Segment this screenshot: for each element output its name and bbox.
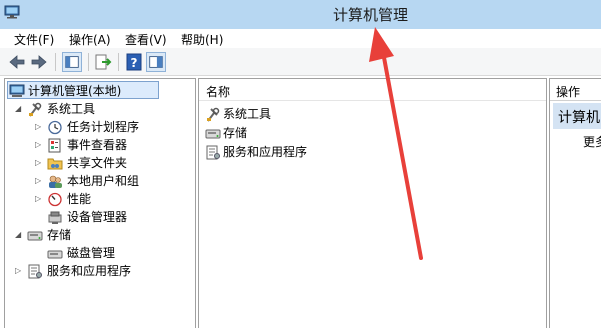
svg-text:?: ? [131,56,138,70]
disk-icon [47,250,63,259]
tree-item-disk-management[interactable]: 磁盘管理 [5,244,190,262]
tools-icon [207,107,220,122]
back-arrow-icon[interactable] [7,52,27,72]
performance-icon [48,192,62,207]
clock-icon [48,120,62,135]
export-list-icon[interactable] [93,52,113,72]
action-pane-icon[interactable] [146,52,166,72]
actions-section-computer[interactable]: 计算机 [553,103,601,129]
tree-root-label: 计算机管理(本地) [28,84,122,98]
computer-management-icon [9,84,25,97]
window-title: 计算机管理 [332,6,408,24]
forward-arrow-icon[interactable] [29,52,49,72]
menu-view[interactable]: 查看(V) [125,31,167,48]
console-tree: 计算机管理(本地) ◢ 系统工具 ▷ 任务计划程序 ▷ 事件查看器 ▷ 共享文件… [4,78,196,328]
collapsed-icon[interactable]: ▷ [35,136,44,154]
tree-item-task-scheduler[interactable]: ▷ 任务计划程序 [5,118,190,136]
tree-item-device-manager[interactable]: 设备管理器 [5,208,190,226]
storage-icon [27,231,43,241]
main-list-pane: 名称 系统工具 存储 服务和应用程序 [198,78,547,328]
collapsed-icon[interactable]: ▷ [35,190,44,208]
collapsed-icon[interactable]: ▷ [35,172,44,190]
tree-item-services-apps[interactable]: ▷ 服务和应用程序 [5,262,190,280]
shared-folder-icon [47,158,63,170]
title-bar: 计算机管理 [0,0,601,29]
collapsed-icon[interactable]: ▷ [35,154,44,172]
tree-item-storage[interactable]: ◢ 存储 [5,226,185,244]
tree-item-system-tools[interactable]: ◢ 系统工具 [5,100,185,118]
tools-icon [29,102,42,117]
tree-root[interactable]: 计算机管理(本地) [7,81,159,99]
services-icon [28,264,42,279]
tree-item-local-users[interactable]: ▷ 本地用户和组 [5,172,190,190]
collapsed-icon[interactable]: ▷ [15,262,24,280]
menu-action[interactable]: 操作(A) [69,31,111,48]
services-icon [206,145,220,160]
users-icon [49,175,62,188]
actions-pane: 操作 计算机 更多 [549,78,601,328]
storage-icon [205,129,221,139]
collapsed-icon[interactable]: ▷ [35,118,44,136]
menu-bar: 文件(F) 操作(A) 查看(V) 帮助(H) [0,29,601,48]
help-icon[interactable]: ? [124,52,144,72]
column-header-name[interactable]: 名称 [199,79,546,101]
tree-item-event-viewer[interactable]: ▷ 事件查看器 [5,136,190,154]
tree-item-performance[interactable]: ▷ 性能 [5,190,190,208]
device-manager-icon [48,211,62,224]
menu-help[interactable]: 帮助(H) [181,31,223,48]
toolbar: ? [0,48,601,76]
actions-header: 操作 [550,79,601,101]
event-viewer-icon [48,138,61,153]
menu-file[interactable]: 文件(F) [14,31,54,48]
expanded-icon[interactable]: ◢ [15,100,24,118]
tree-item-shared-folders[interactable]: ▷ 共享文件夹 [5,154,190,172]
console-tree-icon[interactable] [62,52,82,72]
expanded-icon[interactable]: ◢ [15,226,24,244]
more-actions-link[interactable]: 更多 [583,133,601,150]
